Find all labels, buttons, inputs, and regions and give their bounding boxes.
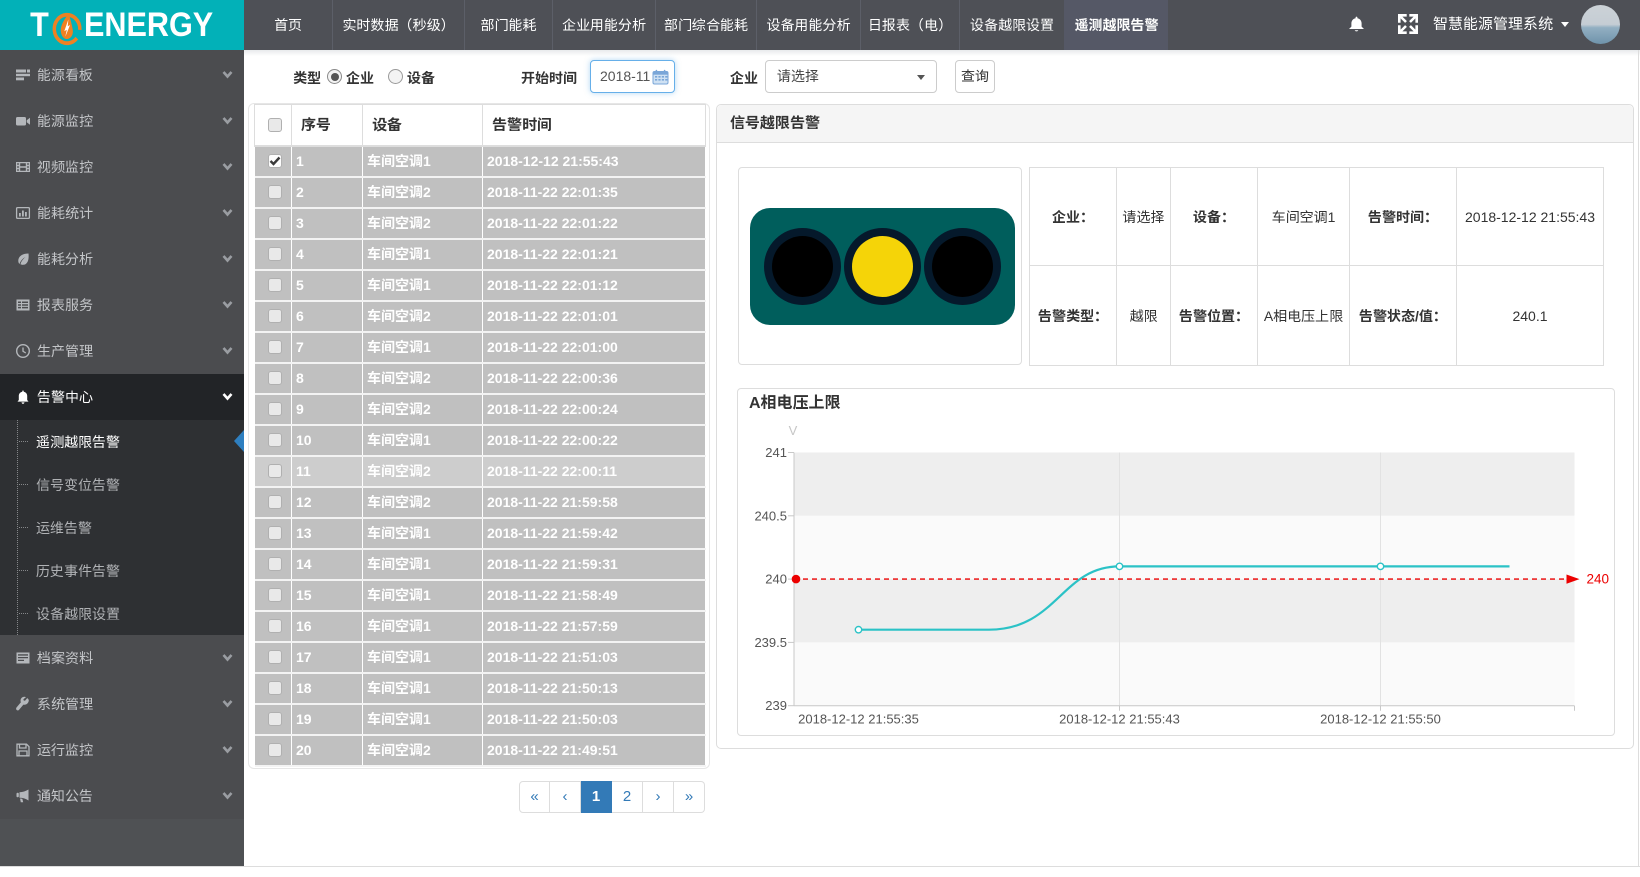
svg-text:240: 240 <box>1587 572 1610 587</box>
svg-text:2018-12-12 21:55:35: 2018-12-12 21:55:35 <box>798 712 919 727</box>
svg-text:239.5: 239.5 <box>754 635 787 650</box>
svg-text:2018-12-12 21:55:43: 2018-12-12 21:55:43 <box>1059 712 1180 727</box>
svg-text:A相电压上限: A相电压上限 <box>749 394 841 412</box>
svg-text:2018-12-12 21:55:50: 2018-12-12 21:55:50 <box>1320 712 1441 727</box>
svg-text:240: 240 <box>765 572 787 587</box>
svg-text:240.5: 240.5 <box>754 508 787 523</box>
svg-text:V: V <box>789 423 798 438</box>
svg-text:239: 239 <box>765 698 787 713</box>
svg-text:241: 241 <box>765 445 787 460</box>
